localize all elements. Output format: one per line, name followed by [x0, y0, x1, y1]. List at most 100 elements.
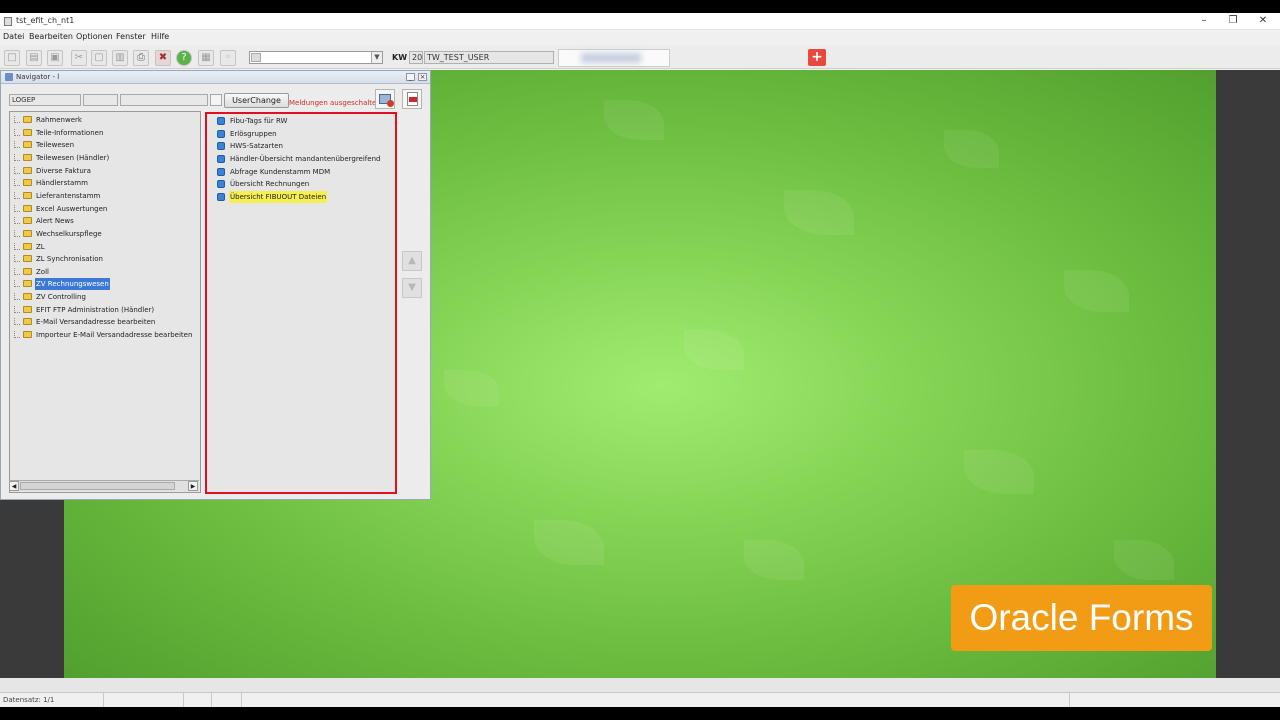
- tree-item[interactable]: Teilewesen: [10, 139, 200, 151]
- scroll-left-icon[interactable]: ◀: [9, 481, 19, 491]
- toolbar: □ ▤ ▣ ✂ ▢ ▥ ⎙ ✖ ? ▦ ◦ ▼ KW 20 TW_TEST_US…: [0, 45, 1280, 69]
- add-icon[interactable]: +: [808, 49, 826, 66]
- close-button[interactable]: ✕: [1249, 14, 1277, 28]
- tree-item[interactable]: ZL: [10, 241, 200, 253]
- list-item-label: Übersicht FIBUOUT Dateien: [229, 190, 328, 203]
- tree-item[interactable]: ZV Rechnungswesen: [10, 278, 200, 291]
- copy-icon[interactable]: ▢: [91, 50, 107, 66]
- background-leaf: [784, 190, 854, 235]
- navigator-title: Navigator - l: [16, 73, 60, 81]
- tree-item[interactable]: ZL Synchronisation: [10, 253, 200, 265]
- lov-button[interactable]: [210, 94, 222, 106]
- tree-item-label: Rahmenwerk: [36, 116, 82, 124]
- scroll-thumb[interactable]: [20, 482, 175, 490]
- list-item[interactable]: Erlösgruppen: [217, 128, 395, 140]
- save-icon[interactable]: □: [4, 50, 20, 66]
- help-icon[interactable]: ?: [176, 50, 192, 66]
- list-item[interactable]: Übersicht FIBUOUT Dateien: [217, 190, 395, 203]
- navigator-minimize-button[interactable]: _: [406, 73, 415, 81]
- restore-button[interactable]: ❐: [1219, 14, 1247, 28]
- tree-connector: [14, 331, 20, 339]
- navigator-field-2[interactable]: [83, 94, 118, 106]
- tree-item-label: Teilewesen: [36, 141, 75, 150]
- tree-connector: [14, 242, 20, 250]
- tree-item[interactable]: EFIT FTP Administration (Händler): [10, 304, 200, 316]
- tree-item[interactable]: Importeur E-Mail Versandadresse bearbeit…: [10, 329, 200, 341]
- tree-connector: [14, 293, 20, 301]
- move-up-icon[interactable]: ▲: [402, 251, 422, 271]
- tree-horizontal-scrollbar[interactable]: ◀ ▶: [9, 480, 199, 491]
- tree-connector: [14, 191, 20, 199]
- list-item[interactable]: Fibu-Tags für RW: [217, 115, 395, 127]
- list-item[interactable]: HWS-Satzarten: [217, 140, 395, 152]
- key-icon[interactable]: ◦: [220, 50, 236, 66]
- tree-item[interactable]: Wechselkurspflege: [10, 228, 200, 240]
- status-cell: [184, 693, 212, 707]
- move-down-icon[interactable]: ▼: [402, 278, 422, 298]
- close-form-icon[interactable]: ✖: [155, 50, 171, 66]
- tree-item[interactable]: Teile-Informationen: [10, 127, 200, 139]
- navigator-close-button[interactable]: ×: [418, 73, 427, 81]
- tree-item-label: ZV Rechnungswesen: [35, 278, 110, 291]
- tree-connector: [14, 267, 20, 275]
- list-item-label: Abfrage Kundenstamm MDM: [230, 167, 331, 176]
- status-cell: [242, 693, 1070, 707]
- minimize-button[interactable]: –: [1190, 14, 1218, 28]
- tree-connector: [14, 204, 20, 212]
- tree-item[interactable]: Diverse Faktura: [10, 165, 200, 177]
- bottom-strip: [0, 678, 1280, 692]
- menu-fenster[interactable]: Fenster: [116, 32, 146, 41]
- list-item[interactable]: Abfrage Kundenstamm MDM: [217, 166, 395, 178]
- list-item-label: Händler-Übersicht mandantenübergreifend: [230, 154, 381, 163]
- tree-connector: [14, 128, 20, 136]
- list-item-label: Fibu-Tags für RW: [230, 117, 288, 125]
- tree-item[interactable]: ZV Controlling: [10, 291, 200, 303]
- folder-icon: [23, 128, 32, 136]
- form-item-icon: [217, 142, 225, 151]
- status-cell: [1070, 693, 1280, 707]
- tree-item[interactable]: Händlerstamm: [10, 177, 200, 189]
- tree-item[interactable]: Rahmenwerk: [10, 114, 200, 126]
- list-item[interactable]: Übersicht Rechnungen: [217, 178, 395, 190]
- navigator-field-3[interactable]: [120, 94, 208, 106]
- form-icon[interactable]: [375, 89, 395, 109]
- tree-item[interactable]: Alert News: [10, 215, 200, 227]
- pdf-icon[interactable]: [402, 89, 422, 109]
- folder-icon: [23, 305, 32, 313]
- print-icon[interactable]: ▤: [26, 50, 42, 66]
- status-bar: Datensatz: 1/1: [0, 692, 1280, 707]
- background-leaf: [534, 520, 604, 565]
- cut-icon[interactable]: ✂: [71, 50, 87, 66]
- chevron-down-icon[interactable]: ▼: [371, 52, 382, 63]
- chart-icon[interactable]: ▦: [198, 50, 214, 66]
- tree-connector: [14, 280, 20, 288]
- folder-icon: [23, 179, 32, 187]
- tree-item[interactable]: Zoll: [10, 266, 200, 278]
- printer-icon[interactable]: ⎙: [133, 50, 149, 66]
- tree-item[interactable]: E-Mail Versandadresse bearbeiten: [10, 316, 200, 328]
- exit-icon[interactable]: ▣: [47, 50, 63, 66]
- list-item[interactable]: Händler-Übersicht mandantenübergreifend: [217, 153, 395, 165]
- scroll-right-icon[interactable]: ▶: [188, 481, 198, 491]
- navigator-list[interactable]: Fibu-Tags für RW Erlösgruppen HWS-Satzarte…: [205, 112, 397, 494]
- logep-field[interactable]: LOGEP: [9, 94, 81, 106]
- tree-connector: [14, 255, 20, 263]
- menu-datei[interactable]: Datei: [3, 32, 24, 41]
- bottom-black-bar: [0, 707, 1280, 720]
- toolbar-combo[interactable]: ▼: [249, 51, 383, 64]
- menu-hilfe[interactable]: Hilfe: [151, 32, 169, 41]
- tree-item-label: Excel Auswertungen: [36, 204, 108, 213]
- app-icon: [4, 17, 12, 26]
- userchange-button[interactable]: UserChange: [224, 93, 289, 108]
- navigator-tree[interactable]: Rahmenwerk Teile-Informationen Teilewesen T…: [9, 111, 201, 493]
- tree-connector: [14, 318, 20, 326]
- background-leaf: [444, 370, 499, 406]
- tree-item[interactable]: Excel Auswertungen: [10, 203, 200, 215]
- menu-optionen[interactable]: Optionen: [76, 32, 113, 41]
- form-icon-badge: [387, 100, 394, 107]
- tree-connector: [14, 217, 20, 225]
- paste-icon[interactable]: ▥: [112, 50, 128, 66]
- tree-item[interactable]: Lieferantenstamm: [10, 190, 200, 202]
- tree-item[interactable]: Teilewesen (Händler): [10, 152, 200, 164]
- menu-bearbeiten[interactable]: Bearbeiten: [29, 32, 73, 41]
